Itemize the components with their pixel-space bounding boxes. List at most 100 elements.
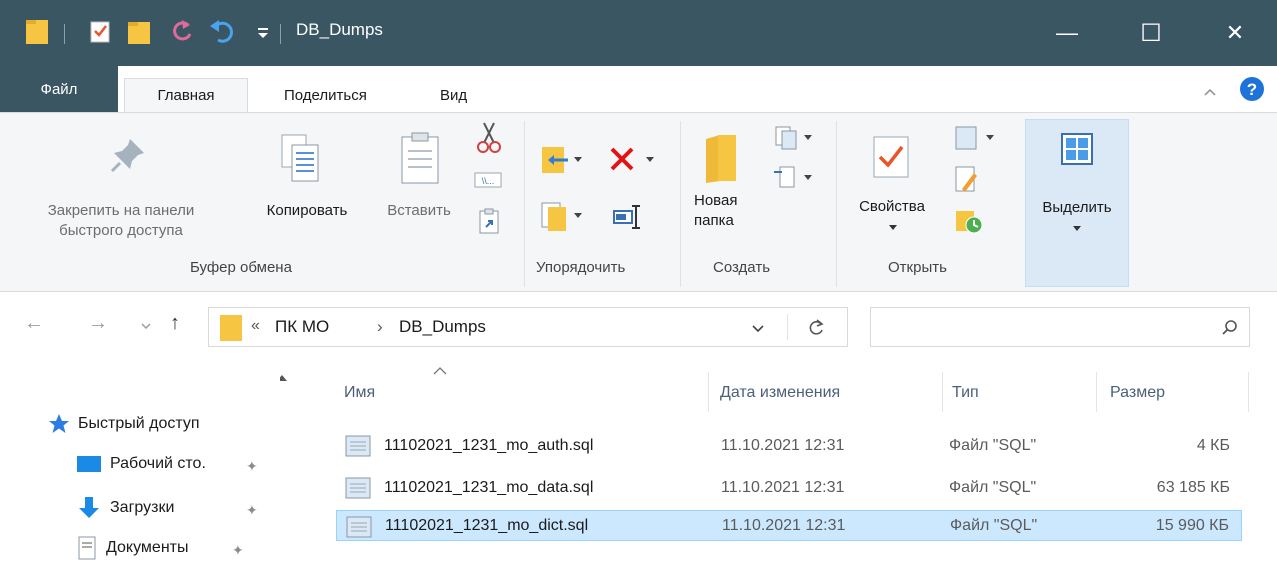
file-size: 4 КБ [1196, 436, 1230, 454]
search-input[interactable] [870, 307, 1250, 347]
back-arrow-icon[interactable]: ← [24, 312, 44, 335]
properties-label: Свойства [859, 198, 925, 215]
tab-view[interactable]: Вид [432, 78, 475, 112]
open-icon[interactable] [952, 123, 1002, 153]
pin-icon: ✦ [246, 458, 258, 474]
chevron-up-icon[interactable] [1203, 86, 1217, 98]
file-type: Файл "SQL" [949, 436, 1037, 454]
paste-icon [401, 132, 439, 184]
select-label: Выделить [1042, 199, 1112, 216]
paste-button[interactable]: Вставить [372, 113, 466, 243]
refresh-icon[interactable] [807, 318, 825, 338]
delete-icon[interactable] [608, 143, 660, 177]
pin-label-line1: Закрепить на панели [47, 202, 195, 219]
search-icon[interactable] [1221, 319, 1239, 337]
download-icon [79, 497, 99, 518]
new-item-icon[interactable] [772, 123, 818, 153]
history-icon[interactable] [954, 207, 984, 235]
minimize-button[interactable]: — [1025, 0, 1109, 66]
copy-button[interactable]: Копировать [242, 113, 372, 243]
nav-item-downloads[interactable]: Загрузки [76, 494, 174, 522]
file-date: 11.10.2021 12:31 [722, 516, 846, 534]
file-row[interactable]: 11102021_1231_mo_data.sql 11.10.2021 12:… [336, 472, 1242, 503]
help-icon[interactable]: ? [1239, 76, 1265, 102]
nav-item-label: Загрузки [110, 499, 175, 516]
address-overflow[interactable]: « [251, 317, 260, 335]
select-icon [1061, 133, 1093, 165]
column-header-name[interactable]: Имя [344, 384, 375, 402]
properties-button[interactable]: Свойства [842, 113, 942, 249]
customize-quick-access-icon[interactable] [256, 16, 270, 46]
ribbon: Закрепить на панели быстрого доступа Коп… [0, 112, 1277, 292]
group-divider [524, 121, 525, 287]
pin-icon: ✦ [246, 502, 258, 518]
svg-text:?: ? [1247, 80, 1257, 99]
column-divider[interactable] [1248, 372, 1249, 412]
column-divider[interactable] [708, 372, 709, 412]
properties-icon[interactable] [88, 16, 112, 46]
nav-item-documents[interactable]: Документы [76, 534, 188, 562]
tab-share[interactable]: Поделиться [276, 78, 375, 112]
address-row: ← → ↑ « ПК МО › DB_Dumps [0, 292, 1277, 362]
nav-item-label: Документы [106, 539, 189, 556]
column-divider[interactable] [1096, 372, 1097, 412]
create-group-label: Создать [713, 259, 771, 276]
recent-locations-icon[interactable] [140, 321, 152, 331]
edit-icon[interactable] [954, 165, 980, 195]
sort-ascending-icon[interactable] [432, 366, 448, 376]
up-arrow-icon[interactable]: ↑ [170, 312, 180, 335]
breadcrumb-pc[interactable]: ПК МО [275, 317, 329, 337]
forward-arrow-icon[interactable]: → [88, 312, 108, 335]
easy-access-icon[interactable] [772, 163, 818, 193]
sql-file-icon [345, 477, 371, 499]
file-type: Файл "SQL" [950, 516, 1038, 534]
address-bar[interactable]: « ПК МО › DB_Dumps [208, 307, 848, 347]
pin-to-quick-access-button[interactable]: Закрепить на панели быстрого доступа [0, 113, 242, 243]
file-list: Имя Дата изменения Тип Размер 11102021_1… [300, 362, 1277, 563]
column-header-size[interactable]: Размер [1110, 384, 1165, 402]
sql-file-icon [346, 516, 372, 538]
new-folder-label-line2: папка [694, 212, 734, 229]
nav-item-desktop[interactable]: Рабочий сто. [76, 450, 206, 478]
new-folder-button[interactable]: Новая папка [686, 113, 756, 243]
file-name: 11102021_1231_mo_data.sql [384, 478, 594, 496]
column-header-type[interactable]: Тип [952, 384, 979, 402]
tab-file[interactable]: Файл [0, 66, 118, 112]
pin-label-line2: быстрого доступа [59, 222, 183, 239]
column-header-date[interactable]: Дата изменения [720, 384, 840, 402]
copy-to-icon[interactable] [540, 199, 586, 233]
folder-icon [706, 135, 736, 183]
close-button[interactable]: ✕ [1193, 0, 1277, 66]
undo-icon[interactable] [208, 16, 236, 46]
address-dropdown-icon[interactable] [751, 323, 765, 333]
nav-item-quick-access[interactable]: Быстрый доступ [48, 410, 200, 438]
navigation-pane: Быстрый доступ Рабочий сто. ✦ Загрузки ✦… [0, 362, 280, 563]
paste-shortcut-icon[interactable] [478, 207, 500, 235]
cut-icon[interactable] [476, 121, 502, 155]
file-type: Файл "SQL" [949, 478, 1037, 496]
file-row[interactable]: 11102021_1231_mo_auth.sql 11.10.2021 12:… [336, 430, 1242, 461]
copy-path-icon[interactable]: \\... [474, 169, 502, 191]
organize-group-label: Упорядочить [536, 259, 626, 276]
documents-icon [78, 536, 96, 560]
title-bar: DB_Dumps — ☐ ✕ [0, 0, 1277, 66]
file-date: 11.10.2021 12:31 [721, 478, 845, 496]
new-folder-icon[interactable] [126, 16, 152, 46]
file-name: 11102021_1231_mo_auth.sql [384, 436, 594, 454]
folder-icon [26, 20, 48, 44]
redo-icon[interactable] [168, 16, 196, 46]
file-row-selected[interactable]: 11102021_1231_mo_dict.sql 11.10.2021 12:… [336, 510, 1242, 541]
file-size: 15 990 КБ [1155, 516, 1229, 534]
move-to-icon[interactable] [540, 143, 586, 177]
tab-home[interactable]: Главная [124, 78, 248, 112]
rename-icon[interactable] [612, 203, 644, 231]
column-divider[interactable] [942, 372, 943, 412]
maximize-button[interactable]: ☐ [1109, 0, 1193, 66]
divider [280, 24, 281, 44]
breadcrumb-separator[interactable]: › [377, 317, 383, 337]
svg-text:\\...: \\... [482, 176, 495, 186]
copy-icon [281, 134, 319, 182]
select-button[interactable]: Выделить [1025, 119, 1129, 287]
breadcrumb-db-dumps[interactable]: DB_Dumps [399, 317, 486, 337]
star-icon [49, 414, 69, 433]
